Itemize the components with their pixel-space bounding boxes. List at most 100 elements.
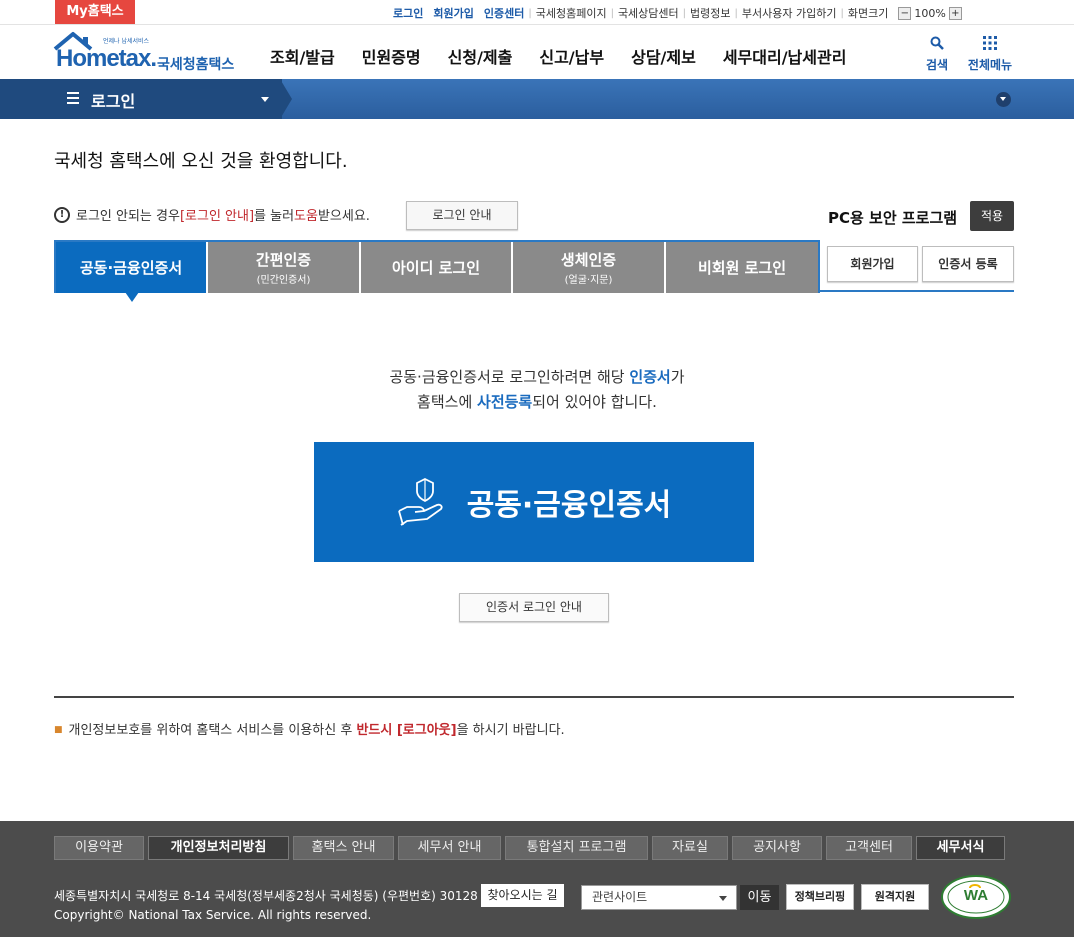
active-tab-pointer (125, 292, 139, 302)
top-utility-bar: My홈택스 로그인 회원가입 인증센터 | 국세청홈페이지 | 국세상담센터 |… (0, 0, 1074, 25)
util-link-consult-center[interactable]: 국세상담센터 (618, 5, 679, 21)
tab-joint-financial-cert[interactable]: 공동·금융인증서 (56, 242, 208, 293)
header-search-button[interactable]: 검색 (922, 35, 952, 73)
related-sites-go-button[interactable]: 이동 (740, 885, 779, 910)
tab-underline (818, 290, 1014, 292)
footer-link-tax-forms[interactable]: 세무서식 (916, 836, 1005, 860)
cert-description-line2: 홈택스에 사전등록되어 있어야 합니다. (0, 391, 1074, 412)
notice-text-highlight: [로그인 안내] (179, 209, 255, 224)
zoom-in-button[interactable]: + (948, 6, 962, 20)
cert-register-button[interactable]: 인증서 등록 (922, 246, 1014, 282)
site-footer: 이용약관 개인정보처리방침 홈택스 안내 세무서 안내 통합설치 프로그램 자료… (0, 821, 1074, 937)
search-label: 검색 (925, 58, 949, 72)
main-navigation: 조회/발급 민원증명 신청/제출 신고/납부 상담/제보 세무대리/납세관리 (270, 44, 873, 68)
exclamation-circle-icon: ! (54, 206, 70, 223)
util-separator: | (840, 7, 844, 19)
desc-highlight: 인증서 (629, 368, 671, 386)
find-way-button[interactable]: 찾아오시는 길 (481, 884, 564, 907)
util-link-login[interactable]: 로그인 (393, 5, 423, 21)
logo-tagline: 언제나 납세서비스 (103, 38, 150, 45)
big-button-label: 공동·금융인증서 (466, 488, 672, 523)
tab-label: 생체인증 (560, 251, 617, 269)
remote-support-link[interactable]: 원격지원 (861, 884, 929, 910)
screen-size-label: 화면크기 (847, 7, 889, 20)
welcome-heading: 국세청 홈택스에 오신 것을 환영합니다. (54, 151, 348, 172)
util-link-cert-center[interactable]: 인증센터 (484, 5, 524, 21)
location-title: 로그인 (91, 92, 136, 111)
zoom-control: − 100% + (898, 6, 962, 20)
site-header: 언제나 납세서비스 Hometax. 국세청홈택스 조회/발급 민원증명 신청/… (0, 25, 1074, 79)
util-separator: | (682, 7, 687, 19)
tab-nonmember-login[interactable]: 비회원 로그인 (666, 242, 818, 293)
zoom-level: 100% (914, 6, 946, 20)
bullet-icon: ■ (54, 725, 63, 735)
util-link-nts-home[interactable]: 국세청홈페이지 (536, 5, 607, 21)
footer-link-terms[interactable]: 이용약관 (54, 836, 144, 860)
util-link-join[interactable]: 회원가입 (433, 5, 473, 21)
hometax-logo[interactable]: 언제나 납세서비스 Hometax. 국세청홈택스 (53, 31, 238, 75)
logo-korean: 국세청홈택스 (157, 57, 235, 73)
footer-copyright: Copyright© National Tax Service. All rig… (54, 908, 372, 922)
chevron-down-circle-icon[interactable] (996, 92, 1011, 107)
footer-link-tax-office[interactable]: 세무서 안내 (398, 836, 501, 860)
tab-sublabel: (얼굴·지문) (564, 275, 613, 286)
tab-id-login[interactable]: 아이디 로그인 (361, 242, 513, 293)
login-method-tabs: 공동·금융인증서 간편인증 (민간인증서) 아이디 로그인 생체인증 (얼굴·지… (54, 240, 820, 293)
cert-description-line1: 공동·금융인증서로 로그인하려면 해당 인증서가 (0, 366, 1074, 387)
footer-link-library[interactable]: 자료실 (652, 836, 728, 860)
tab-label: 간편인증 (255, 251, 312, 269)
nav-apply-submit[interactable]: 신청/제출 (448, 44, 513, 68)
pc-security-label: PC용 보안 프로그램 (828, 209, 958, 227)
desc-highlight: 사전등록 (477, 393, 533, 411)
join-button[interactable]: 회원가입 (827, 246, 918, 282)
note-highlight: 반드시 [로그아웃] (356, 723, 457, 738)
notice-text-suffix: 받으세요. (317, 209, 370, 224)
footer-address: 세종특별자치시 국세청로 8-14 국세청(정부세종2청사 국세청동) (우편번… (54, 889, 478, 903)
login-help-notice: ! 로그인 안되는 경우 [로그인 안내] 를 눌러 도움 받으세요. (54, 205, 370, 224)
notice-text-prefix: 로그인 안되는 경우 (76, 209, 180, 224)
cert-login-guide-button[interactable]: 인증서 로그인 안내 (459, 593, 609, 622)
utility-links: 로그인 회원가입 인증센터 | 국세청홈페이지 | 국세상담센터 | 법령정보 … (393, 5, 962, 21)
footer-link-privacy[interactable]: 개인정보처리방침 (148, 836, 289, 860)
notice-text-help: 도움 (294, 209, 318, 224)
tab-sublabel: (민간인증서) (256, 275, 311, 286)
tab-biometric[interactable]: 생체인증 (얼굴·지문) (513, 242, 666, 293)
footer-links: 이용약관 개인정보처리방침 홈택스 안내 세무서 안내 통합설치 프로그램 자료… (54, 836, 1005, 860)
nav-inquiry-issue[interactable]: 조회/발급 (270, 44, 335, 68)
web-accessibility-mark[interactable]: WA (940, 874, 1012, 920)
related-sites-select[interactable]: 관련사이트 (581, 885, 737, 910)
tab-simple-auth[interactable]: 간편인증 (민간인증서) (208, 242, 361, 293)
wa-label: WA (963, 887, 989, 904)
footer-link-customer-center[interactable]: 고객센터 (826, 836, 912, 860)
footer-link-notice[interactable]: 공지사항 (732, 836, 822, 860)
hamburger-icon (67, 92, 79, 104)
location-arrow-decoration (280, 79, 292, 119)
footer-link-hometax-guide[interactable]: 홈택스 안내 (293, 836, 394, 860)
logout-reminder: ■ 개인정보보호를 위하여 홈택스 서비스를 이용하신 후 반드시 [로그아웃]을… (54, 719, 565, 738)
footer-link-install-program[interactable]: 통합설치 프로그램 (505, 836, 648, 860)
nav-tax-agent[interactable]: 세무대리/납세관리 (723, 44, 847, 68)
apply-security-button[interactable]: 적용 (970, 201, 1014, 231)
location-bar: 로그인 (0, 79, 1074, 119)
my-hometax-button[interactable]: My홈택스 (55, 0, 135, 24)
all-menu-label: 전체메뉴 (967, 58, 1013, 72)
location-dropdown[interactable]: 로그인 (0, 79, 282, 119)
hand-shield-icon (397, 477, 443, 526)
desc-text: 홈택스에 (417, 393, 478, 411)
nav-report-pay[interactable]: 신고/납부 (539, 44, 604, 68)
login-guide-button[interactable]: 로그인 안내 (406, 201, 518, 230)
all-menu-button[interactable]: 전체메뉴 (962, 35, 1018, 73)
zoom-out-button[interactable]: − (898, 6, 912, 20)
tab-label: 공동·금융인증서 (79, 259, 183, 277)
joint-financial-cert-login-button[interactable]: 공동·금융인증서 (314, 442, 754, 562)
util-link-dept-user-join[interactable]: 부서사용자 가입하기 (742, 5, 837, 21)
nav-consult-tip[interactable]: 상담/제보 (631, 44, 696, 68)
nav-civil-certificate[interactable]: 민원증명 (362, 44, 421, 68)
desc-text: 가 (670, 368, 685, 386)
note-text: 을 하시기 바랍니다. (456, 723, 565, 738)
note-text: 개인정보보호를 위하여 홈택스 서비스를 이용하신 후 (68, 723, 357, 738)
util-link-law-info[interactable]: 법령정보 (690, 5, 730, 21)
util-separator: | (528, 7, 532, 19)
policy-briefing-link[interactable]: 정책브리핑 (786, 884, 854, 910)
tab-label: 비회원 로그인 (697, 259, 787, 277)
